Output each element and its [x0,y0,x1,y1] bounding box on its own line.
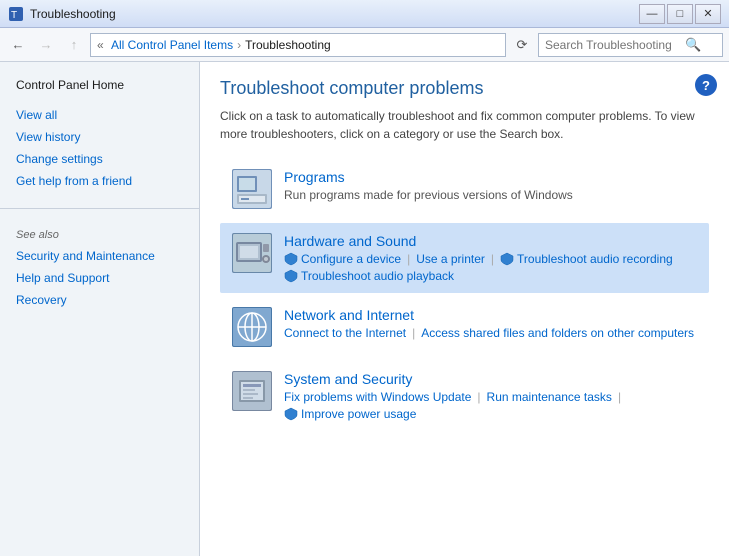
shield-icon-audio-playback [284,269,298,283]
window-title: Troubleshooting [30,7,639,21]
category-hardware[interactable]: Hardware and Sound Configure a device | … [220,223,709,293]
window-controls: — □ ✕ [639,4,721,24]
search-box: 🔍 [538,33,723,57]
hardware-title[interactable]: Hardware and Sound [284,233,697,249]
network-body: Network and Internet Connect to the Inte… [284,307,697,340]
programs-body: Programs Run programs made for previous … [284,169,697,202]
app-icon: T [8,6,24,22]
content-area: ? Troubleshoot computer problems Click o… [200,62,729,556]
back-button[interactable]: ← [6,33,30,57]
link-windows-update[interactable]: Fix problems with Windows Update [284,390,471,404]
programs-title[interactable]: Programs [284,169,697,185]
security-links: Fix problems with Windows Update | Run m… [284,390,697,404]
link-use-printer[interactable]: Use a printer [416,252,485,266]
security-title[interactable]: System and Security [284,371,697,387]
forward-button[interactable]: → [34,33,58,57]
sidebar-item-help-support[interactable]: Help and Support [0,267,199,289]
close-button[interactable]: ✕ [695,4,721,24]
network-links: Connect to the Internet | Access shared … [284,326,697,340]
hardware-body: Hardware and Sound Configure a device | … [284,233,697,283]
programs-desc: Run programs made for previous versions … [284,188,697,202]
network-title[interactable]: Network and Internet [284,307,697,323]
title-bar: T Troubleshooting — □ ✕ [0,0,729,28]
hardware-links-2: Troubleshoot audio playback [284,269,697,283]
main-container: Control Panel Home View all View history… [0,62,729,556]
minimize-button[interactable]: — [639,4,665,24]
shield-icon-audio-recording [500,252,514,266]
maximize-button[interactable]: □ [667,4,693,24]
sidebar-item-recovery[interactable]: Recovery [0,289,199,311]
programs-icon [232,169,272,209]
hardware-icon [232,233,272,273]
security-links-2: Improve power usage [284,407,697,421]
category-programs[interactable]: Programs Run programs made for previous … [220,159,709,219]
security-icon [232,371,272,411]
see-also-label: See also [0,225,199,245]
link-configure-device[interactable]: Configure a device [301,252,401,266]
refresh-button[interactable]: ⟳ [510,33,534,57]
page-description: Click on a task to automatically trouble… [220,107,709,143]
sidebar: Control Panel Home View all View history… [0,62,200,556]
search-input[interactable] [545,38,685,52]
search-icon: 🔍 [685,37,701,53]
programs-description-text: Run programs made for previous versions … [284,188,573,202]
up-button[interactable]: ↑ [62,33,86,57]
breadcrumb-control-panel[interactable]: All Control Panel Items [111,38,233,52]
shield-icon-configure [284,252,298,266]
shield-icon-power [284,407,298,421]
security-body: System and Security Fix problems with Wi… [284,371,697,421]
category-security[interactable]: System and Security Fix problems with Wi… [220,361,709,431]
sidebar-item-view-history[interactable]: View history [0,126,199,148]
sidebar-item-view-all[interactable]: View all [0,104,199,126]
breadcrumb-separator-1: › [237,38,241,52]
breadcrumb-icon: « [97,38,107,52]
link-shared-files[interactable]: Access shared files and folders on other… [421,326,694,340]
sidebar-see-also-section: See also Security and Maintenance Help a… [0,208,199,311]
sidebar-item-control-panel-home[interactable]: Control Panel Home [0,74,199,96]
sidebar-item-get-help[interactable]: Get help from a friend [0,170,199,192]
category-network[interactable]: Network and Internet Connect to the Inte… [220,297,709,357]
sidebar-item-security[interactable]: Security and Maintenance [0,245,199,267]
sidebar-item-change-settings[interactable]: Change settings [0,148,199,170]
network-icon [232,307,272,347]
link-maintenance-tasks[interactable]: Run maintenance tasks [487,390,612,404]
hardware-links: Configure a device | Use a printer | Tro… [284,252,697,266]
address-path: « All Control Panel Items › Troubleshoot… [90,33,506,57]
link-troubleshoot-audio-playback[interactable]: Troubleshoot audio playback [301,269,454,283]
breadcrumb-current: Troubleshooting [245,38,331,52]
svg-text:T: T [11,10,17,21]
link-connect-internet[interactable]: Connect to the Internet [284,326,406,340]
page-title: Troubleshoot computer problems [220,78,709,99]
help-button[interactable]: ? [695,74,717,96]
link-power-usage[interactable]: Improve power usage [301,407,416,421]
address-bar: ← → ↑ « All Control Panel Items › Troubl… [0,28,729,62]
link-troubleshoot-audio-recording[interactable]: Troubleshoot audio recording [517,252,673,266]
